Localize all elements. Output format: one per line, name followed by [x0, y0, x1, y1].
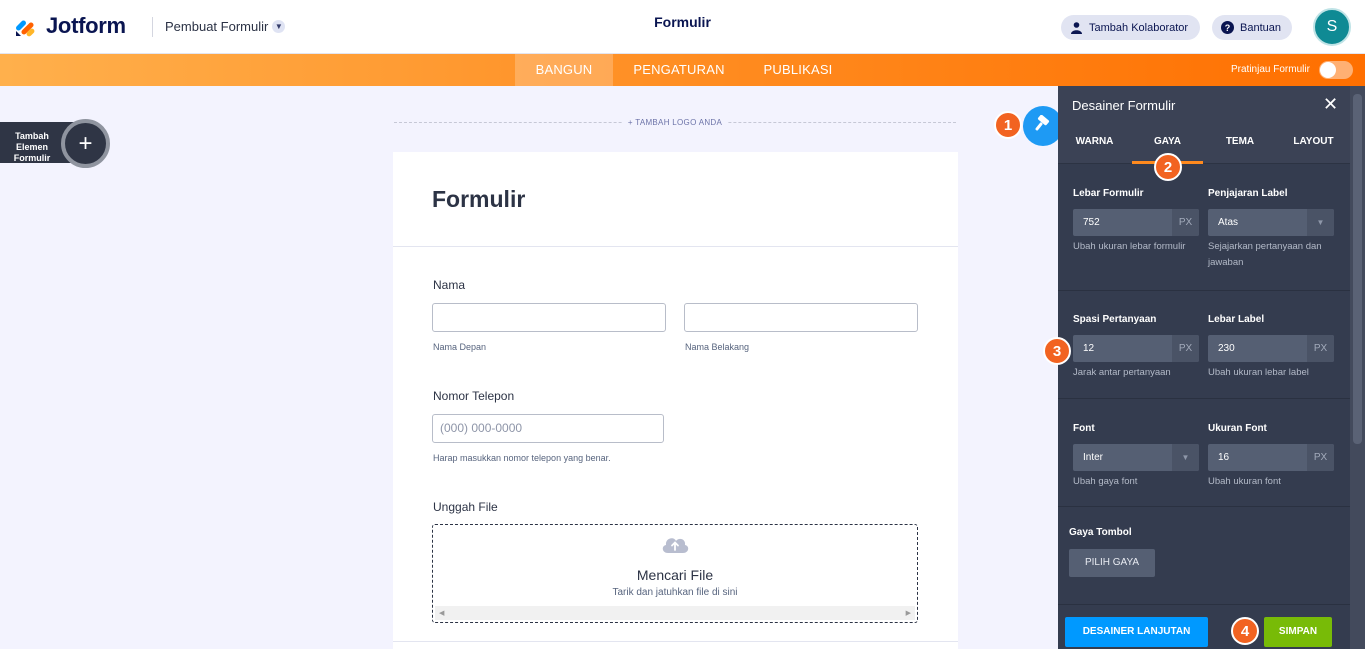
- tab-colors[interactable]: WARNA: [1058, 124, 1131, 164]
- add-collaborator-label: Tambah Kolaborator: [1089, 21, 1189, 34]
- add-collaborator-button[interactable]: Tambah Kolaborator: [1061, 15, 1200, 40]
- form-width-help: Ubah ukuran lebar formulir: [1073, 241, 1186, 252]
- form-width-label: Lebar Formulir: [1073, 188, 1144, 199]
- choose-style-button[interactable]: PILIH GAYA: [1069, 549, 1155, 577]
- tab-layout[interactable]: LAYOUT: [1277, 124, 1350, 164]
- toggle-knob: [1320, 62, 1336, 78]
- step-badge-3: 3: [1043, 337, 1071, 365]
- form-maker-label: Pembuat Formulir: [165, 19, 269, 34]
- font-size-input[interactable]: 16 PX: [1208, 444, 1334, 471]
- file-upload-dropzone[interactable]: Mencari File Tarik dan jatuhkan file di …: [432, 524, 918, 623]
- panel-scrollbar[interactable]: [1350, 86, 1365, 649]
- caret-down-icon: ▼: [1307, 209, 1334, 236]
- font-size-value: 16: [1218, 452, 1230, 463]
- cloud-upload-icon: [660, 533, 690, 555]
- avatar[interactable]: S: [1313, 8, 1351, 46]
- save-button[interactable]: SIMPAN: [1264, 617, 1332, 647]
- form-maker-dropdown[interactable]: Pembuat Formulir ▼: [165, 19, 286, 34]
- paint-roller-icon: [1034, 114, 1052, 138]
- designer-tabs: WARNA GAYA TEMA LAYOUT: [1058, 124, 1350, 164]
- label-width-value: 230: [1218, 343, 1235, 354]
- step-badge-2: 2: [1154, 153, 1182, 181]
- font-section: Font Inter ▼ Ubah gaya font Ukuran Font …: [1058, 399, 1350, 507]
- button-style-label: Gaya Tombol: [1069, 527, 1132, 538]
- width-align-section: Lebar Formulir 752 PX Ubah ukuran lebar …: [1058, 165, 1350, 291]
- first-name-sublabel: Nama Depan: [433, 342, 487, 352]
- preview-toggle[interactable]: [1319, 61, 1353, 79]
- font-size-help: Ubah ukuran font: [1208, 476, 1281, 487]
- scroll-right-icon[interactable]: ▶: [906, 609, 911, 617]
- form-title[interactable]: Formulir: [432, 186, 525, 213]
- font-value: Inter: [1083, 452, 1104, 463]
- help-label: Bantuan: [1240, 21, 1281, 34]
- divider: [152, 17, 153, 37]
- horizontal-scrollbar[interactable]: ◀ ▶: [435, 606, 915, 620]
- builder-nav: BANGUN PENGATURAN PUBLIKASI Pratinjau Fo…: [0, 54, 1365, 86]
- upload-title: Mencari File: [636, 567, 714, 583]
- question-spacing-value: 12: [1083, 343, 1095, 354]
- logo-text: Jotform: [46, 13, 126, 38]
- label-width-label: Lebar Label: [1208, 314, 1265, 325]
- label-align-help: Sejajarkan pertanyaan dan jawaban: [1208, 241, 1322, 268]
- tab-settings[interactable]: PENGATURAN: [624, 54, 734, 86]
- phone-sublabel: Harap masukkan nomor telepon yang benar.: [433, 453, 611, 463]
- font-size-label: Ukuran Font: [1208, 423, 1267, 434]
- panel-header: Desainer Formulir ✕: [1058, 86, 1350, 124]
- label-width-unit: PX: [1307, 335, 1334, 362]
- tab-themes[interactable]: TEMA: [1204, 124, 1276, 164]
- tab-publish[interactable]: PUBLIKASI: [752, 54, 844, 86]
- form-designer-button[interactable]: [1023, 106, 1063, 146]
- advanced-designer-button[interactable]: DESAINER LANJUTAN: [1065, 617, 1208, 647]
- label-align-select[interactable]: Atas ▼: [1208, 209, 1334, 236]
- form-width-unit: PX: [1172, 209, 1199, 236]
- caret-down-icon: ▼: [1172, 444, 1199, 471]
- add-logo-label: + TAMBAH LOGO ANDA: [622, 118, 728, 127]
- font-help: Ubah gaya font: [1073, 476, 1138, 487]
- top-header: Jotform Pembuat Formulir ▼ Formulir Tamb…: [0, 0, 1365, 54]
- font-label: Font: [1073, 423, 1095, 434]
- phone-input[interactable]: (000) 000-0000: [432, 414, 664, 443]
- first-name-input[interactable]: [432, 303, 666, 332]
- form-designer-panel: Desainer Formulir ✕ WARNA GAYA TEMA LAYO…: [1058, 86, 1350, 649]
- add-form-element-label: Tambah Elemen Formulir: [13, 131, 51, 163]
- step-badge-4: 4: [1231, 617, 1259, 645]
- phone-label[interactable]: Nomor Telepon: [433, 389, 514, 403]
- last-name-sublabel: Nama Belakang: [685, 342, 750, 352]
- name-label[interactable]: Nama: [433, 278, 465, 292]
- help-button[interactable]: ? Bantuan: [1212, 15, 1292, 40]
- scrollbar-thumb[interactable]: [1353, 94, 1362, 444]
- jotform-logo-icon: [14, 14, 38, 38]
- svg-text:?: ?: [1224, 23, 1230, 33]
- form-width-input[interactable]: 752 PX: [1073, 209, 1199, 236]
- panel-title: Desainer Formulir: [1072, 98, 1176, 113]
- chevron-down-icon: ▼: [272, 20, 286, 33]
- user-icon: [1069, 21, 1083, 35]
- help-icon: ?: [1220, 21, 1234, 35]
- upload-label[interactable]: Unggah File: [433, 500, 498, 514]
- last-name-input[interactable]: [684, 303, 918, 332]
- question-spacing-input[interactable]: 12 PX: [1073, 335, 1199, 362]
- tab-build[interactable]: BANGUN: [515, 54, 613, 86]
- divider: [393, 641, 958, 642]
- label-align-value: Atas: [1218, 217, 1239, 228]
- panel-footer: DESAINER LANJUTAN SIMPAN: [1058, 604, 1350, 649]
- preview-label: Pratinjau Formulir: [1231, 64, 1310, 75]
- font-select[interactable]: Inter ▼: [1073, 444, 1199, 471]
- font-size-unit: PX: [1307, 444, 1334, 471]
- label-width-input[interactable]: 230 PX: [1208, 335, 1334, 362]
- scroll-left-icon[interactable]: ◀: [439, 609, 444, 617]
- question-spacing-unit: PX: [1172, 335, 1199, 362]
- form-width-value: 752: [1083, 217, 1100, 228]
- question-spacing-label: Spasi Pertanyaan: [1073, 314, 1157, 325]
- question-spacing-help: Jarak antar pertanyaan: [1073, 367, 1171, 378]
- close-icon[interactable]: ✕: [1323, 94, 1338, 115]
- jotform-logo[interactable]: Jotform: [14, 13, 126, 39]
- spacing-section: Spasi Pertanyaan 12 PX Jarak antar perta…: [1058, 291, 1350, 399]
- upload-subtitle: Tarik dan jatuhkan file di sini: [612, 587, 738, 598]
- label-width-help: Ubah ukuran lebar label: [1208, 367, 1309, 378]
- form-header[interactable]: Formulir: [393, 152, 958, 247]
- form-card: Formulir Nama Nama Depan Nama Belakang N…: [393, 152, 958, 649]
- label-align-label: Penjajaran Label: [1208, 188, 1288, 199]
- step-badge-1: 1: [994, 111, 1022, 139]
